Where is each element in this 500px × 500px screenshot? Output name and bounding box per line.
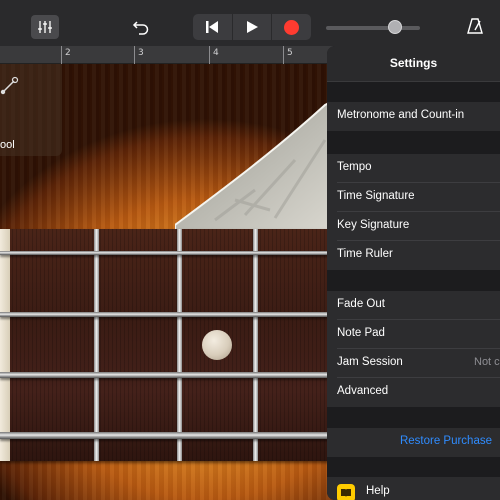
guitar-icon	[0, 76, 19, 95]
settings-item-time-signature[interactable]: Time Signature	[327, 183, 500, 212]
settings-item-key-signature[interactable]: Key Signature	[327, 212, 500, 241]
settings-title: Settings	[389, 56, 438, 70]
settings-item-label: Key Signature	[337, 219, 410, 231]
record-icon	[284, 19, 300, 35]
play-icon	[247, 21, 258, 33]
skip-back-icon	[206, 21, 219, 33]
settings-item-time-ruler[interactable]: Time Ruler	[327, 241, 500, 270]
master-volume-knob[interactable]	[388, 20, 402, 34]
restore-purchase-label: Restore Purchase	[399, 435, 492, 447]
settings-item-label: Metronome and Count-in	[337, 109, 465, 121]
transport-controls	[193, 14, 311, 40]
sliders-icon	[38, 21, 52, 33]
help-book-icon	[337, 484, 355, 500]
record-button[interactable]	[272, 14, 311, 40]
undo-button[interactable]	[130, 16, 152, 38]
settings-item-advanced[interactable]: Advanced	[327, 378, 500, 407]
mixer-button[interactable]	[31, 15, 59, 39]
fret	[177, 229, 182, 461]
ruler-tick	[209, 46, 210, 64]
jam-session-status: Not c	[474, 356, 500, 368]
undo-icon	[132, 21, 149, 35]
ruler-tick	[61, 46, 62, 64]
book-glyph-icon	[341, 489, 351, 497]
settings-item-label: Time Signature	[337, 190, 415, 202]
metronome-button[interactable]	[464, 15, 486, 37]
ruler-label: 5	[287, 48, 293, 58]
settings-item-label: Jam Session	[337, 356, 403, 368]
settings-item-label: Help	[366, 485, 390, 497]
ruler-tick	[134, 46, 135, 64]
settings-item-metronome[interactable]: Metronome and Count-in	[327, 102, 500, 131]
settings-item-label: Time Ruler	[337, 248, 393, 260]
pickguard	[175, 100, 335, 230]
rewind-button[interactable]	[193, 14, 233, 40]
master-volume-slider[interactable]	[326, 26, 420, 30]
settings-item-label: Fade Out	[337, 298, 385, 310]
instrument-tool-label: ool	[0, 139, 15, 151]
ruler-label: 2	[65, 48, 71, 58]
restore-purchase-button[interactable]: Restore Purchase	[327, 428, 500, 457]
fret-inlay	[202, 330, 232, 360]
settings-item-label: Note Pad	[337, 327, 385, 339]
fret	[253, 229, 258, 461]
settings-header: Settings	[327, 46, 500, 82]
ruler-label: 4	[213, 48, 219, 58]
fret	[94, 229, 99, 461]
settings-item-jam-session[interactable]: Jam Session Not c	[327, 349, 500, 378]
metronome-icon	[467, 18, 483, 34]
fretboard-nut	[0, 229, 10, 461]
settings-item-label: Tempo	[337, 161, 372, 173]
ruler-label: 3	[138, 48, 144, 58]
settings-popover: Settings Metronome and Count-in Tempo Ti…	[327, 46, 500, 500]
ruler-tick	[283, 46, 284, 64]
play-button[interactable]	[233, 14, 273, 40]
settings-item-tempo[interactable]: Tempo	[327, 154, 500, 183]
settings-item-label: Advanced	[337, 385, 389, 397]
settings-item-fade-out[interactable]: Fade Out	[327, 291, 500, 320]
settings-item-note-pad[interactable]: Note Pad	[327, 320, 500, 349]
